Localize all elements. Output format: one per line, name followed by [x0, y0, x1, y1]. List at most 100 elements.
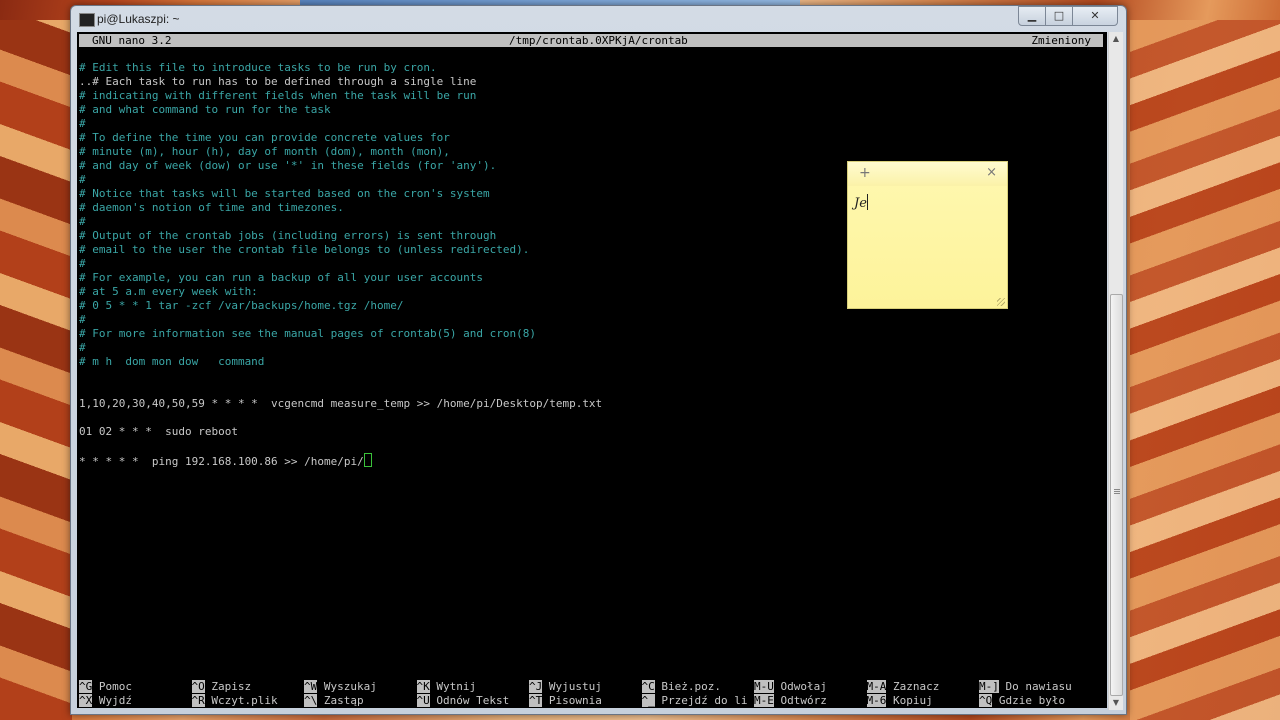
terminal-area[interactable]: GNU nano 3.2 /tmp/crontab.0XPKjA/crontab… [77, 32, 1107, 708]
shortcut-label: Gdzie było [998, 694, 1066, 707]
shortcut-item[interactable]: ^\ Zastąp [304, 694, 364, 708]
editor-line-text: # Notice that tasks will be started base… [79, 187, 490, 200]
shortcut-item[interactable]: ^_ Przejdź do li [641, 694, 748, 708]
shortcut-label: Odtwórz [780, 694, 827, 707]
shortcut-key: ^K [416, 680, 430, 693]
delete-note-icon[interactable]: × [986, 165, 997, 180]
shortcut-item[interactable]: M-6 Kopiuj [866, 694, 933, 708]
editor-line-text: # [79, 173, 86, 186]
shortcut-label: Bież.poz. [661, 680, 721, 693]
shortcut-label: Pomoc [98, 680, 132, 693]
editor-line-text: # Edit this file to introduce tasks to b… [79, 61, 437, 74]
shortcut-item[interactable]: ^J Wyjustuj [529, 680, 602, 694]
shortcut-key: M-A [866, 680, 887, 693]
minimize-button[interactable]: ▁ [1018, 6, 1046, 26]
editor-line-text: # For example, you can run a backup of a… [79, 271, 483, 284]
nano-filename: /tmp/crontab.0XPKjA/crontab [509, 34, 688, 47]
shortcut-label: Wytnij [436, 680, 477, 693]
editor-line: ..# Each task to run has to be defined t… [79, 75, 1099, 89]
editor-line-text: # m h dom mon dow command [79, 355, 265, 368]
shortcut-item[interactable]: ^C Bież.poz. [641, 680, 721, 694]
shortcut-item[interactable]: ^T Pisownia [529, 694, 602, 708]
shortcut-item[interactable]: ^X Wyjdź [79, 694, 132, 708]
shortcut-key: M-U [754, 680, 774, 693]
sticky-note-toolbar[interactable]: + × [848, 162, 1007, 186]
editor-line: # Edit this file to introduce tasks to b… [79, 61, 1099, 75]
nano-shortcut-bar: ^G Pomoc ^O Zapisz ^W Wyszukaj ^K Wytnij ^J … [79, 680, 1103, 708]
shortcut-key: ^U [416, 694, 430, 707]
window-titlebar[interactable]: pi@Lukaszpi: ~ ▁ □ ✕ [71, 6, 1126, 32]
shortcut-item[interactable]: ^U Odnów Tekst [416, 694, 510, 708]
maximize-button[interactable]: □ [1045, 6, 1073, 26]
putty-terminal-window: pi@Lukaszpi: ~ ▁ □ ✕ GNU nano 3.2 /tmp/c… [70, 5, 1127, 715]
shortcut-key: ^G [79, 680, 93, 693]
editor-line-text: * * * * * ping 192.168.100.86 >> /home/p… [79, 455, 364, 468]
scroll-up-arrow-icon[interactable]: ▲ [1109, 32, 1123, 46]
editor-line-text: # email to the user the crontab file bel… [79, 243, 530, 256]
shortcut-label: Wyszukaj [323, 680, 377, 693]
shortcut-item[interactable]: M-U Odwołaj [754, 680, 827, 694]
editor-line-text: # and day of week (dow) or use '*' in th… [79, 159, 497, 172]
desktop-wallpaper-left [0, 20, 72, 720]
shortcut-item[interactable]: M-E Odtwórz [754, 694, 827, 708]
editor-line-text: # [79, 313, 86, 326]
shortcut-label: Zapisz [211, 680, 252, 693]
shortcut-key: M-] [979, 680, 999, 693]
editor-line-text: # Output of the crontab jobs (including … [79, 229, 497, 242]
editor-line: # m h dom mon dow command [79, 355, 1099, 369]
shortcut-key: ^_ [641, 694, 655, 707]
shortcut-label: Odnów Tekst [436, 694, 510, 707]
shortcut-item[interactable]: ^R Wczyt.plik [191, 694, 278, 708]
add-note-icon[interactable]: + [859, 165, 871, 181]
editor-line-text: # minute (m), hour (h), day of month (do… [79, 145, 450, 158]
scrollbar-thumb[interactable] [1110, 294, 1123, 696]
shortcut-label: Do nawiasu [1005, 680, 1072, 693]
editor-line-text: 1,10,20,30,40,50,59 * * * * vcgencmd mea… [79, 397, 603, 410]
shortcut-item[interactable]: ^W Wyszukaj [304, 680, 377, 694]
editor-line-text: # For more information see the manual pa… [79, 327, 536, 340]
shortcut-key: ^T [529, 694, 543, 707]
shortcut-label: Wczyt.plik [211, 694, 278, 707]
shortcut-row: ^X Wyjdź ^R Wczyt.plik ^\ Zastąp ^U Odnów T… [79, 694, 1103, 708]
shortcut-label: Wyjustuj [548, 680, 602, 693]
sticky-note[interactable]: + × Je [847, 161, 1008, 309]
editor-line: # indicating with different fields when … [79, 89, 1099, 103]
editor-line-text: ..# Each task to run has to be defined t… [79, 75, 477, 88]
window-title: pi@Lukaszpi: ~ [97, 12, 180, 26]
shortcut-item[interactable]: M-A Zaznacz [866, 680, 939, 694]
editor-line-text: # [79, 257, 86, 270]
shortcut-label: Kopiuj [893, 694, 933, 707]
shortcut-key: ^J [529, 680, 543, 693]
shortcut-label: Wyjdź [98, 694, 132, 707]
scroll-down-arrow-icon[interactable]: ▼ [1109, 696, 1123, 710]
scrollbar-grip-icon [1114, 489, 1120, 495]
shortcut-item[interactable]: M-] Do nawiasu [979, 680, 1072, 694]
editor-line: # and what command to run for the task [79, 103, 1099, 117]
editor-line: # To define the time you can provide con… [79, 131, 1099, 145]
editor-line-text: # 0 5 * * 1 tar -zcf /var/backups/home.t… [79, 299, 404, 312]
shortcut-item[interactable]: ^O Zapisz [191, 680, 252, 694]
shortcut-key: M-E [754, 694, 774, 707]
text-cursor [363, 453, 372, 467]
shortcut-key: ^X [79, 694, 93, 707]
editor-line: # minute (m), hour (h), day of month (do… [79, 145, 1099, 159]
editor-line-text: 01 02 * * * sudo reboot [79, 425, 238, 438]
vertical-scrollbar[interactable]: ▲ ▼ [1108, 32, 1123, 710]
resize-grip-icon[interactable] [997, 298, 1005, 306]
shortcut-item[interactable]: ^G Pomoc [79, 680, 132, 694]
shortcut-row: ^G Pomoc ^O Zapisz ^W Wyszukaj ^K Wytnij ^J … [79, 680, 1103, 694]
editor-line: # [79, 117, 1099, 131]
shortcut-label: Przejdź do li [661, 694, 748, 707]
close-button[interactable]: ✕ [1072, 6, 1118, 26]
sticky-note-text-area[interactable]: Je [854, 194, 868, 211]
shortcut-key: ^C [641, 680, 655, 693]
shortcut-item[interactable]: ^K Wytnij [416, 680, 477, 694]
shortcut-label: Zastąp [323, 694, 364, 707]
shortcut-item[interactable]: ^Q Gdzie było [979, 694, 1065, 708]
nano-title-bar: GNU nano 3.2 /tmp/crontab.0XPKjA/crontab… [79, 34, 1103, 47]
sticky-note-text: Je [854, 196, 867, 211]
shortcut-key: ^Q [979, 694, 993, 707]
shortcut-label: Odwołaj [780, 680, 827, 693]
